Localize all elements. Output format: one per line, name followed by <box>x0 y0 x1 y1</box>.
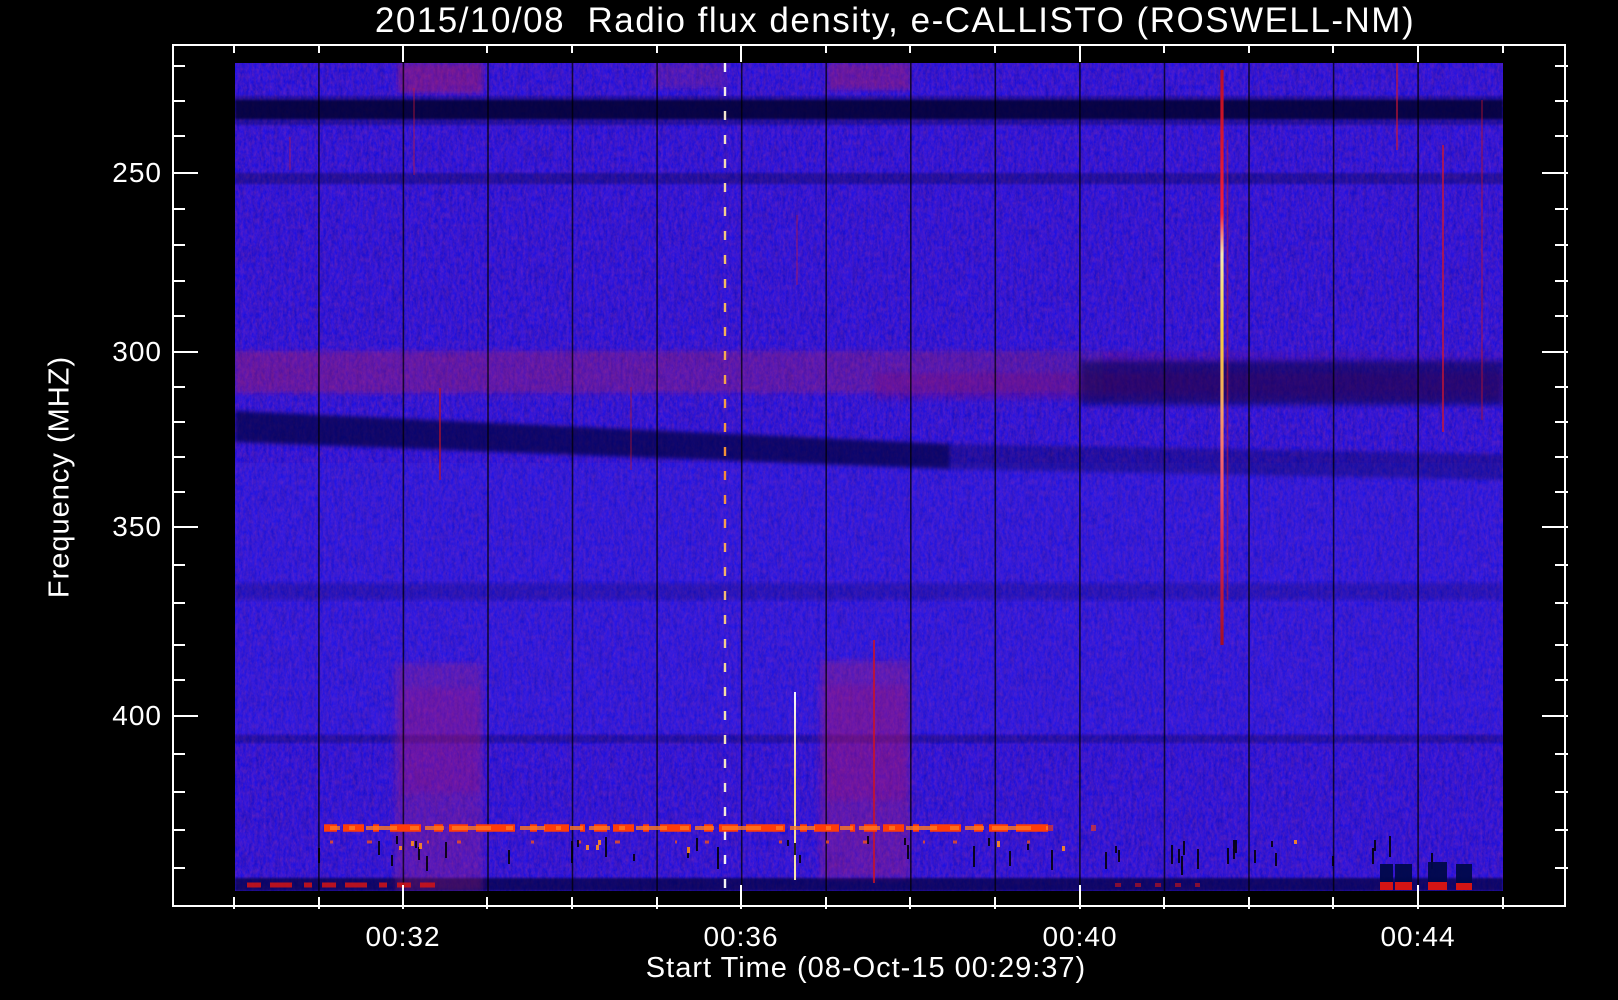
x-minor-tick <box>571 897 573 909</box>
x-minor-tick-top <box>571 44 573 53</box>
y-minor-tick-right <box>1555 208 1568 210</box>
x-major-tick <box>402 885 404 909</box>
y-major-tick <box>172 351 198 353</box>
y-major-tick-right <box>1542 715 1568 717</box>
y-minor-tick-right <box>1555 421 1568 423</box>
x-minor-tick <box>909 897 911 909</box>
plot-frame <box>172 44 1566 907</box>
y-minor-tick-right <box>1555 564 1568 566</box>
y-minor-tick <box>172 100 185 102</box>
y-minor-tick <box>172 791 185 793</box>
x-minor-tick <box>825 897 827 909</box>
x-minor-tick <box>486 897 488 909</box>
y-minor-tick <box>172 753 185 755</box>
y-minor-tick <box>172 208 185 210</box>
x-tick-label: 00:32 <box>365 921 441 952</box>
x-minor-tick-top <box>994 44 996 53</box>
y-minor-tick-right <box>1555 386 1568 388</box>
y-tick-label: 300 <box>112 336 162 367</box>
y-axis-title: Frequency (MHZ) <box>43 355 76 599</box>
y-minor-tick <box>172 65 185 67</box>
y-minor-tick <box>172 315 185 317</box>
y-tick-label: 250 <box>112 157 162 188</box>
y-minor-tick <box>172 491 185 493</box>
x-major-tick-top <box>402 44 404 62</box>
x-minor-tick <box>233 897 235 909</box>
spectrogram-page: 2015/10/08 Radio flux density, e-CALLIST… <box>0 0 1618 1000</box>
x-tick-label: 00:44 <box>1380 921 1456 952</box>
x-minor-tick <box>1502 897 1504 909</box>
x-minor-tick-top <box>1332 44 1334 53</box>
y-minor-tick-right <box>1555 644 1568 646</box>
y-minor-tick-right <box>1555 829 1568 831</box>
y-major-tick-right <box>1542 526 1568 528</box>
x-minor-tick-top <box>1502 44 1504 53</box>
x-major-tick <box>1079 885 1081 909</box>
y-minor-tick <box>172 421 185 423</box>
y-minor-tick <box>172 564 185 566</box>
y-minor-tick-right <box>1555 135 1568 137</box>
x-minor-tick-top <box>233 44 235 53</box>
x-minor-tick-top <box>486 44 488 53</box>
y-minor-tick-right <box>1555 315 1568 317</box>
y-major-tick <box>172 526 198 528</box>
y-minor-tick-right <box>1555 602 1568 604</box>
y-minor-tick <box>172 280 185 282</box>
x-major-tick <box>1417 885 1419 909</box>
x-minor-tick <box>1163 897 1165 909</box>
y-minor-tick-right <box>1555 244 1568 246</box>
y-minor-tick <box>172 829 185 831</box>
y-minor-tick-right <box>1555 100 1568 102</box>
x-tick-label: 00:36 <box>703 921 779 952</box>
x-minor-tick-top <box>825 44 827 53</box>
y-major-tick <box>172 172 198 174</box>
y-major-tick-right <box>1542 172 1568 174</box>
y-minor-tick <box>172 644 185 646</box>
y-minor-tick <box>172 679 185 681</box>
x-minor-tick <box>1248 897 1250 909</box>
y-minor-tick-right <box>1555 867 1568 869</box>
y-major-tick-right <box>1542 351 1568 353</box>
y-minor-tick-right <box>1555 491 1568 493</box>
x-minor-tick-top <box>1163 44 1165 53</box>
y-tick-label: 400 <box>112 700 162 731</box>
y-minor-tick <box>172 244 185 246</box>
x-minor-tick <box>656 897 658 909</box>
x-minor-tick-top <box>1248 44 1250 53</box>
y-minor-tick-right <box>1555 791 1568 793</box>
x-major-tick-top <box>1079 44 1081 62</box>
y-minor-tick <box>172 135 185 137</box>
x-minor-tick-top <box>318 44 320 53</box>
x-minor-tick <box>994 897 996 909</box>
y-minor-tick-right <box>1555 679 1568 681</box>
x-major-tick-top <box>1417 44 1419 62</box>
y-minor-tick-right <box>1555 280 1568 282</box>
y-minor-tick-right <box>1555 65 1568 67</box>
y-major-tick <box>172 715 198 717</box>
x-tick-label: 00:40 <box>1042 921 1118 952</box>
x-minor-tick <box>318 897 320 909</box>
x-major-tick <box>740 885 742 909</box>
page-title: 2015/10/08 Radio flux density, e-CALLIST… <box>374 1 1416 40</box>
y-minor-tick <box>172 456 185 458</box>
y-minor-tick-right <box>1555 753 1568 755</box>
x-minor-tick-top <box>656 44 658 53</box>
y-minor-tick <box>172 386 185 388</box>
y-minor-tick <box>172 867 185 869</box>
y-minor-tick-right <box>1555 456 1568 458</box>
x-minor-tick <box>1332 897 1334 909</box>
x-axis-title: Start Time (08-Oct-15 00:29:37) <box>645 952 1087 984</box>
x-major-tick-top <box>740 44 742 62</box>
x-minor-tick-top <box>909 44 911 53</box>
y-minor-tick <box>172 602 185 604</box>
y-tick-label: 350 <box>112 511 162 542</box>
